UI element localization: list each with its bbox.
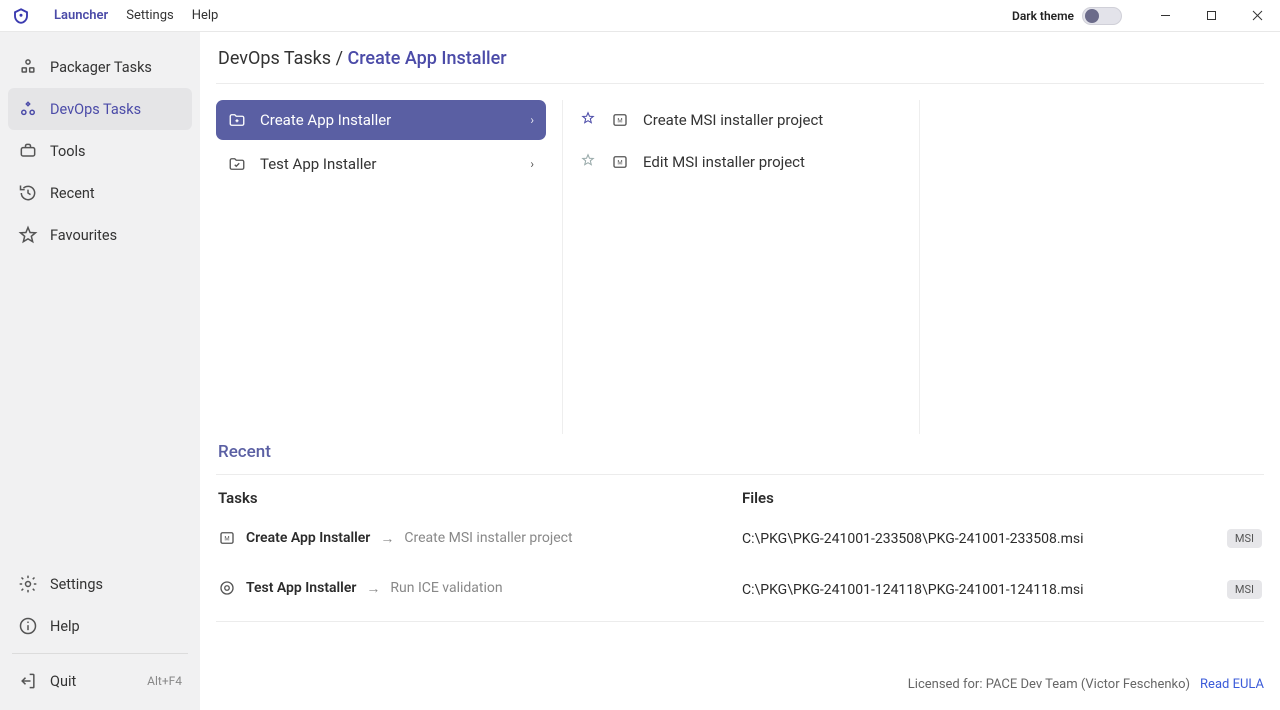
dark-theme-toggle[interactable] — [1082, 7, 1122, 25]
recent-task-sub: Create MSI installer project — [404, 530, 572, 546]
folder-check-icon — [228, 155, 246, 173]
titlebar: Launcher Settings Help Dark theme — [0, 0, 1280, 32]
msi-icon: M — [611, 153, 629, 171]
recent-file-path: C:\PKG\PKG-241001-233508\PKG-241001-2335… — [742, 531, 1083, 547]
dark-theme-control: Dark theme — [1012, 7, 1122, 25]
window-maximize-button[interactable] — [1188, 0, 1234, 32]
recent-icon — [18, 183, 38, 203]
recent-files-title: Files — [740, 489, 1264, 507]
window-close-button[interactable] — [1234, 0, 1280, 32]
main-content: DevOps Tasks / Create App Installer Crea… — [200, 32, 1280, 710]
titlebar-left: Launcher Settings Help — [12, 7, 218, 25]
read-eula-link[interactable]: Read EULA — [1200, 677, 1264, 692]
recent-task-row[interactable]: M Create App Installer → Create MSI inst… — [216, 525, 740, 551]
file-type-badge: MSI — [1227, 529, 1262, 548]
app-body: Packager Tasks DevOps Tasks Tools Recent… — [0, 32, 1280, 710]
recent-file-path: C:\PKG\PKG-241001-124118\PKG-241001-1241… — [742, 582, 1083, 598]
sidebar-item-devops-tasks[interactable]: DevOps Tasks — [8, 88, 192, 130]
app-logo-icon — [12, 7, 30, 25]
app-title: Launcher — [54, 8, 108, 23]
msi-icon: M — [218, 529, 236, 547]
folder-plus-icon — [228, 111, 246, 129]
recent-files-column: Files C:\PKG\PKG-241001-233508\PKG-24100… — [740, 489, 1264, 627]
sidebar-settings[interactable]: Settings — [8, 563, 192, 605]
star-icon[interactable] — [581, 153, 597, 171]
svg-text:M: M — [617, 159, 622, 166]
quit-shortcut: Alt+F4 — [147, 674, 182, 688]
action-label: Edit MSI installer project — [643, 153, 805, 171]
dark-theme-label: Dark theme — [1012, 9, 1074, 23]
star-icon — [18, 225, 38, 245]
quit-label: Quit — [50, 673, 76, 690]
chevron-right-icon: › — [530, 113, 534, 127]
packager-icon — [18, 57, 38, 77]
svg-text:M: M — [617, 117, 622, 124]
task-panels: Create App Installer › Test App Installe… — [216, 100, 1264, 434]
recent-divider — [216, 621, 1264, 622]
devops-icon — [18, 99, 38, 119]
gear-icon — [18, 574, 38, 594]
msi-icon: M — [611, 111, 629, 129]
menu-settings[interactable]: Settings — [126, 8, 173, 23]
task-label: Create App Installer — [260, 111, 391, 129]
sidebar-item-label: Recent — [50, 185, 95, 202]
sidebar-item-label: Settings — [50, 576, 103, 593]
task-category-column: Create App Installer › Test App Installe… — [216, 100, 562, 434]
sidebar-item-recent[interactable]: Recent — [8, 172, 192, 214]
recent-file-row[interactable]: C:\PKG\PKG-241001-233508\PKG-241001-2335… — [740, 525, 1264, 552]
sidebar-item-label: Help — [50, 618, 80, 635]
recent-tasks-column: Tasks M Create App Installer → Create MS… — [216, 489, 740, 627]
target-icon — [218, 579, 236, 597]
sidebar-quit[interactable]: Quit Alt+F4 — [8, 660, 192, 702]
task-test-app-installer[interactable]: Test App Installer › — [216, 144, 546, 184]
sidebar-divider — [12, 653, 188, 654]
sidebar-help[interactable]: Help — [8, 605, 192, 647]
recent-task-row[interactable]: Test App Installer → Run ICE validation — [216, 575, 740, 601]
breadcrumb-parent[interactable]: DevOps Tasks — [218, 48, 331, 69]
action-edit-msi-project[interactable]: M Edit MSI installer project — [579, 142, 903, 182]
recent-header: Recent — [216, 438, 1264, 475]
action-label: Create MSI installer project — [643, 111, 823, 129]
task-action-column: M Create MSI installer project M Edit MS… — [562, 100, 920, 434]
action-create-msi-project[interactable]: M Create MSI installer project — [579, 100, 903, 140]
license-text: Licensed for: PACE Dev Team (Victor Fesc… — [908, 677, 1190, 692]
sidebar-item-label: Packager Tasks — [50, 59, 152, 76]
recent-task-name: Test App Installer — [246, 580, 356, 596]
task-create-app-installer[interactable]: Create App Installer › — [216, 100, 546, 140]
file-type-badge: MSI — [1227, 580, 1262, 599]
recent-task-sub: Run ICE validation — [390, 580, 502, 596]
sidebar-item-label: DevOps Tasks — [50, 101, 141, 118]
chevron-right-icon: › — [530, 157, 534, 171]
sidebar-item-label: Tools — [50, 143, 86, 160]
star-icon[interactable] — [581, 111, 597, 129]
recent-tasks-title: Tasks — [216, 489, 740, 507]
breadcrumb-current: Create App Installer — [347, 48, 506, 69]
tools-icon — [18, 141, 38, 161]
task-detail-column — [920, 100, 1264, 434]
sidebar-item-favourites[interactable]: Favourites — [8, 214, 192, 256]
window-minimize-button[interactable] — [1142, 0, 1188, 32]
recent-columns: Tasks M Create App Installer → Create MS… — [216, 489, 1264, 627]
breadcrumb: DevOps Tasks / Create App Installer — [216, 46, 1264, 84]
arrow-right-icon: → — [380, 530, 394, 547]
info-icon — [18, 616, 38, 636]
sidebar-item-tools[interactable]: Tools — [8, 130, 192, 172]
titlebar-right: Dark theme — [1012, 0, 1280, 32]
recent-task-name: Create App Installer — [246, 530, 370, 546]
task-label: Test App Installer — [260, 155, 376, 173]
footer: Licensed for: PACE Dev Team (Victor Fesc… — [216, 659, 1264, 710]
sidebar: Packager Tasks DevOps Tasks Tools Recent… — [0, 32, 200, 710]
svg-text:M: M — [224, 535, 229, 542]
menu-help[interactable]: Help — [192, 8, 219, 23]
sidebar-item-label: Favourites — [50, 227, 117, 244]
recent-file-row[interactable]: C:\PKG\PKG-241001-124118\PKG-241001-1241… — [740, 576, 1264, 603]
arrow-right-icon: → — [366, 580, 380, 597]
sidebar-item-packager-tasks[interactable]: Packager Tasks — [8, 46, 192, 88]
breadcrumb-sep: / — [336, 48, 343, 69]
quit-icon — [18, 671, 38, 691]
